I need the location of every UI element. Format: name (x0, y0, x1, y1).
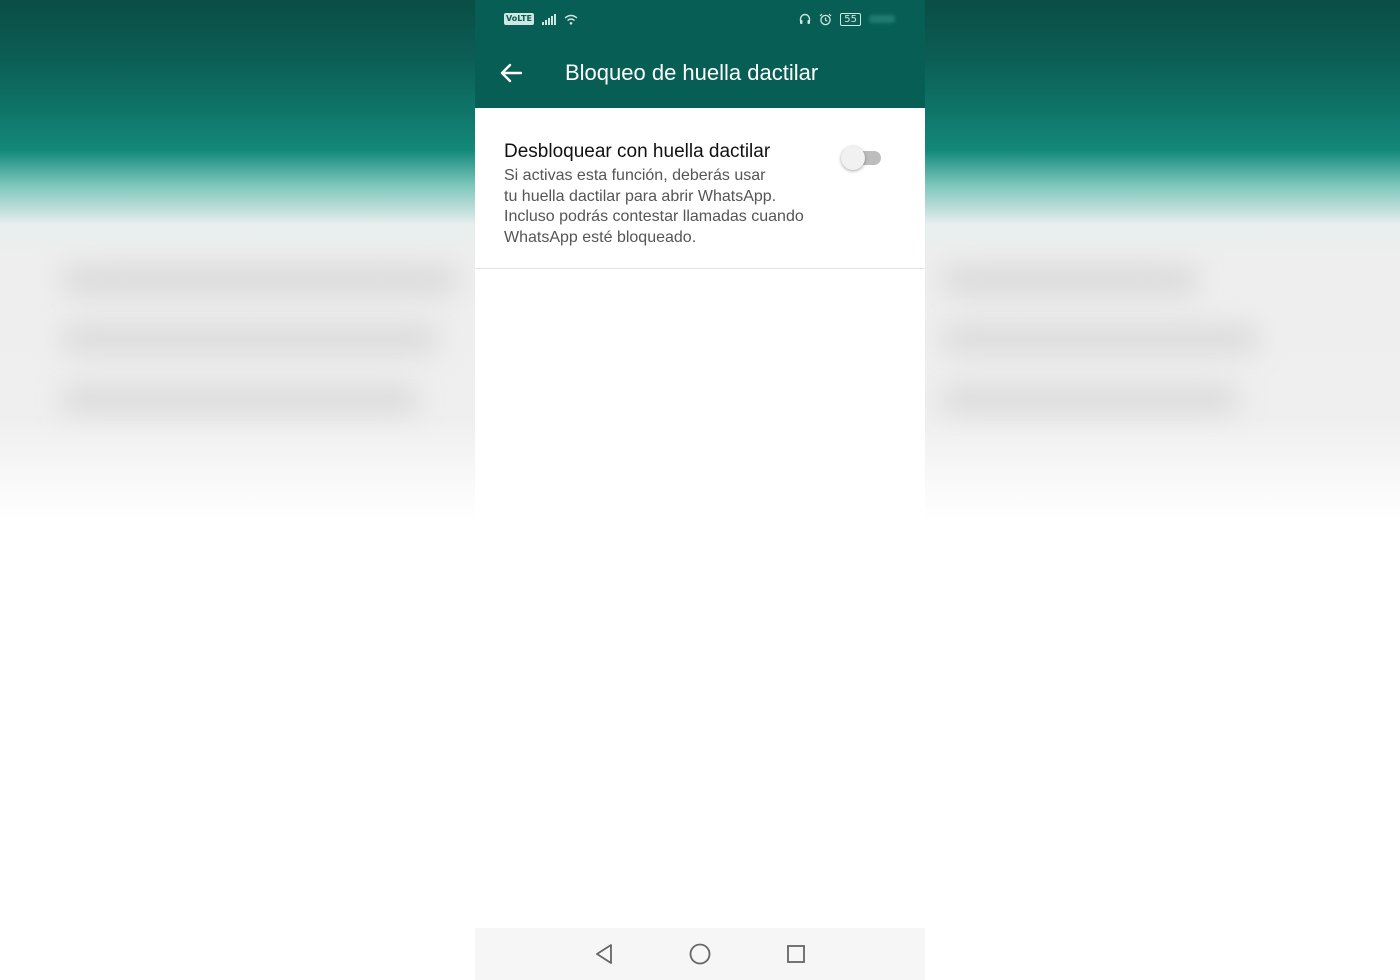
wifi-icon (564, 14, 578, 25)
nav-home-icon (689, 943, 711, 965)
status-left: VoLTE (504, 13, 578, 25)
nav-back-button[interactable] (585, 935, 623, 973)
blurred-text-5 (940, 325, 1260, 353)
toggle-thumb (841, 146, 866, 170)
blurred-text-3 (60, 385, 420, 413)
setting-description-line: tu huella dactilar para abrir WhatsApp. (504, 187, 777, 205)
network-badge: VoLTE (504, 13, 534, 25)
fingerprint-unlock-setting[interactable]: Desbloquear con huella dactilar Si activ… (475, 108, 925, 269)
app-bar: Bloqueo de huella dactilar (475, 38, 925, 108)
nav-back-icon (596, 944, 612, 964)
setting-description-line: Incluso podrás contestar llamadas cuando (504, 208, 804, 225)
nav-recents-button[interactable] (777, 935, 815, 973)
nav-home-button[interactable] (681, 935, 719, 973)
blurred-text-4 (940, 265, 1200, 295)
navigation-bar (475, 928, 925, 980)
page-title: Bloqueo de huella dactilar (565, 60, 819, 85)
battery-icon: 55 (840, 12, 861, 26)
arrow-left-icon (500, 63, 522, 83)
headphones-icon (800, 13, 811, 24)
setting-text: Desbloquear con huella dactilar Si activ… (504, 140, 841, 248)
time-blurred (869, 15, 895, 23)
battery-level: 55 (844, 13, 857, 25)
alarm-icon (819, 13, 832, 25)
back-button[interactable] (497, 59, 525, 87)
setting-description-line: Si activas esta función, deberás usar (504, 167, 766, 184)
blurred-text-6 (940, 385, 1240, 413)
setting-title: Desbloquear con huella dactilar (504, 141, 771, 162)
phone-screen: VoLTE 55 Bloqueo de huella dactilar Desb… (475, 0, 925, 980)
blurred-text-1 (60, 265, 460, 295)
setting-description-line: WhatsApp esté bloqueado. (504, 228, 697, 246)
signal-icon (541, 13, 556, 25)
status-right: 55 (799, 12, 895, 26)
fingerprint-toggle[interactable] (841, 144, 883, 172)
nav-recents-icon (787, 945, 805, 963)
setting-description: Si activas esta función, deberás usar tu… (504, 166, 841, 248)
status-bar: VoLTE 55 (475, 0, 925, 38)
blurred-text-2 (60, 325, 440, 353)
